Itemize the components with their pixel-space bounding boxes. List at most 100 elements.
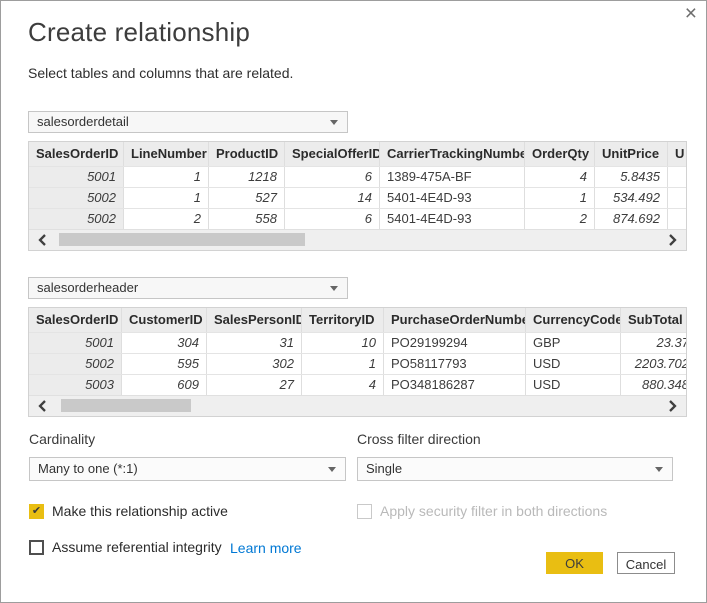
table-body: 50011121861389-475A-BF45.843550021527145… [29,166,686,229]
column-header[interactable]: ProductID [209,142,285,166]
scroll-right-icon[interactable] [665,233,679,247]
referential-integrity-row: Assume referential integrity [29,539,222,555]
column-header[interactable]: SubTotal [621,308,686,332]
table-cell[interactable]: 4 [302,375,384,395]
column-header[interactable]: OrderQty [525,142,595,166]
table-cell[interactable]: 14 [285,188,380,208]
security-filter-row: Apply security filter in both directions [357,503,607,519]
table-cell[interactable]: 609 [122,375,207,395]
table-header-row: SalesOrderIDLineNumberProductIDSpecialOf… [29,142,686,166]
table-cell[interactable]: 558 [209,209,285,229]
scroll-thumb[interactable] [61,399,191,412]
table-cell[interactable]: USD [526,375,621,395]
table-cell[interactable]: 2203.702 [621,354,686,374]
dialog-subtitle: Select tables and columns that are relat… [28,65,293,81]
table-row: 5003609274PO348186287USD880.348 [29,374,686,395]
create-relationship-dialog: × Create relationship Select tables and … [0,0,707,603]
table-row: 50013043110PO29199294GBP23.37 [29,332,686,353]
cross-filter-direction-dropdown[interactable]: Single [357,457,673,481]
table-cell[interactable]: USD [526,354,621,374]
table2-selector-value: salesorderheader [37,280,138,295]
table-cell[interactable]: 1 [302,354,384,374]
cancel-button[interactable]: Cancel [617,552,675,574]
table-cell[interactable]: 6 [285,209,380,229]
column-header[interactable]: LineNumber [124,142,209,166]
table-cell[interactable]: 534.492 [595,188,668,208]
table-cell[interactable]: PO348186287 [384,375,526,395]
table-header-row: SalesOrderIDCustomerIDSalesPersonIDTerri… [29,308,686,332]
table-cell[interactable]: 5001 [29,333,122,353]
table-cell[interactable] [668,209,686,229]
table-cell[interactable]: 31 [207,333,302,353]
table-row: 5002255865401-4E4D-932874.692 [29,208,686,229]
ok-button[interactable]: OK [546,552,603,574]
table-cell[interactable]: 23.37 [621,333,686,353]
learn-more-link[interactable]: Learn more [230,540,302,556]
column-header[interactable]: CustomerID [122,308,207,332]
table-cell[interactable]: 10 [302,333,384,353]
table-cell[interactable]: 527 [209,188,285,208]
scroll-left-icon[interactable] [36,233,50,247]
dialog-title: Create relationship [28,17,250,48]
column-header[interactable]: UnitPrice [595,142,668,166]
table-cell[interactable]: 5.8435 [595,167,668,187]
table1-selector-dropdown[interactable]: salesorderdetail [28,111,348,133]
table-cell[interactable]: 6 [285,167,380,187]
table-cell[interactable] [668,167,686,187]
chevron-down-icon [655,467,663,472]
column-header[interactable]: U [668,142,686,166]
table-cell[interactable]: 880.348 [621,375,686,395]
table2-selector-dropdown[interactable]: salesorderheader [28,277,348,299]
table-cell[interactable]: 1389-475A-BF [380,167,525,187]
table-salesorderheader: SalesOrderIDCustomerIDSalesPersonIDTerri… [28,307,687,417]
referential-integrity-label: Assume referential integrity [52,539,222,555]
cardinality-dropdown[interactable]: Many to one (*:1) [29,457,346,481]
cardinality-value: Many to one (*:1) [38,461,138,476]
table-cell[interactable]: 1 [124,188,209,208]
table-cell[interactable]: 5002 [29,354,122,374]
table-cell[interactable]: GBP [526,333,621,353]
table-body: 50013043110PO29199294GBP23.3750025953021… [29,332,686,395]
scroll-left-icon[interactable] [36,399,50,413]
scroll-right-icon[interactable] [665,399,679,413]
table-cell[interactable]: 5401-4E4D-93 [380,209,525,229]
chevron-down-icon [330,120,338,125]
table-cell[interactable]: PO58117793 [384,354,526,374]
table-cell[interactable]: 2 [124,209,209,229]
table-cell[interactable]: 2 [525,209,595,229]
close-icon[interactable]: × [685,2,697,26]
table-cell[interactable]: 27 [207,375,302,395]
table-cell[interactable]: 5401-4E4D-93 [380,188,525,208]
make-relationship-active-checkbox[interactable]: ✔ [29,504,44,519]
column-header[interactable]: SalesPersonID [207,308,302,332]
table-cell[interactable]: 874.692 [595,209,668,229]
table-cell[interactable]: 302 [207,354,302,374]
table-cell[interactable]: 595 [122,354,207,374]
table-cell[interactable]: 5001 [29,167,124,187]
table-cell[interactable] [668,188,686,208]
column-header[interactable]: CurrencyCode [526,308,621,332]
column-header[interactable]: SpecialOfferID [285,142,380,166]
table-cell[interactable]: 5002 [29,209,124,229]
table-cell[interactable]: 1 [124,167,209,187]
referential-integrity-checkbox[interactable] [29,540,44,555]
table-cell[interactable]: 304 [122,333,207,353]
column-header[interactable]: SalesOrderID [29,142,124,166]
horizontal-scrollbar[interactable] [29,395,686,416]
table-cell[interactable]: 1 [525,188,595,208]
column-header[interactable]: CarrierTrackingNumber [380,142,525,166]
cardinality-label: Cardinality [29,431,95,447]
column-header[interactable]: TerritoryID [302,308,384,332]
scroll-thumb[interactable] [59,233,305,246]
table-cell[interactable]: PO29199294 [384,333,526,353]
horizontal-scrollbar[interactable] [29,229,686,250]
chevron-down-icon [328,467,336,472]
table-cell[interactable]: 1218 [209,167,285,187]
table-cell[interactable]: 5002 [29,188,124,208]
table-cell[interactable]: 4 [525,167,595,187]
column-header[interactable]: PurchaseOrderNumber [384,308,526,332]
table-cell[interactable]: 5003 [29,375,122,395]
chevron-down-icon [330,286,338,291]
column-header[interactable]: SalesOrderID [29,308,122,332]
make-relationship-active-label: Make this relationship active [52,503,228,519]
